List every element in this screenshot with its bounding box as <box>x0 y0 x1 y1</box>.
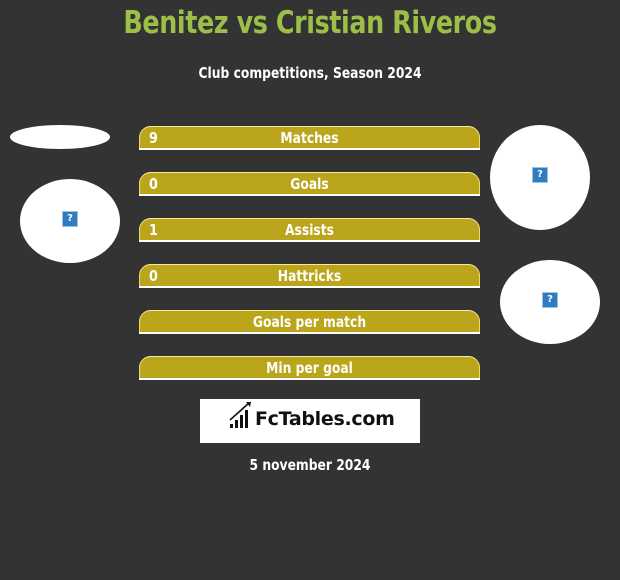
page-title: Benitez vs Cristian Riveros <box>123 5 497 41</box>
broken-image-icon: ? <box>532 167 548 183</box>
stat-row-goals: 0 Goals <box>139 172 480 196</box>
player-left-photo: ? <box>20 179 120 263</box>
stat-label: Assists <box>285 221 334 239</box>
date-label: 5 november 2024 <box>249 456 371 474</box>
stat-left-value: 1 <box>149 221 158 239</box>
page-subtitle: Club competitions, Season 2024 <box>198 64 422 82</box>
broken-image-icon: ? <box>542 292 558 308</box>
stat-label: Goals per match <box>252 313 367 331</box>
broken-image-icon: ? <box>62 211 78 227</box>
stat-row-matches: 9 Matches <box>139 126 480 150</box>
stat-left-value: 0 <box>149 267 158 285</box>
stat-label: Matches <box>280 129 339 147</box>
player-left-name-placeholder <box>10 125 110 149</box>
player-right-photo: ? <box>490 125 590 230</box>
stat-label: Goals <box>290 175 329 193</box>
stat-label: Hattricks <box>277 267 342 285</box>
stat-row-assists: 1 Assists <box>139 218 480 242</box>
fctables-logo[interactable]: FcTables.com <box>200 399 420 443</box>
stat-label: Min per goal <box>266 359 353 377</box>
stat-left-value: 0 <box>149 175 158 193</box>
stat-row-hattricks: 0 Hattricks <box>139 264 480 288</box>
stat-left-value: 9 <box>149 129 158 147</box>
bar-chart-icon <box>229 402 251 428</box>
stat-row-goals-per-match: Goals per match <box>139 310 480 334</box>
logo-text: FcTables.com <box>255 408 395 430</box>
team-right-logo: ? <box>500 260 600 344</box>
stat-row-min-per-goal: Min per goal <box>139 356 480 380</box>
